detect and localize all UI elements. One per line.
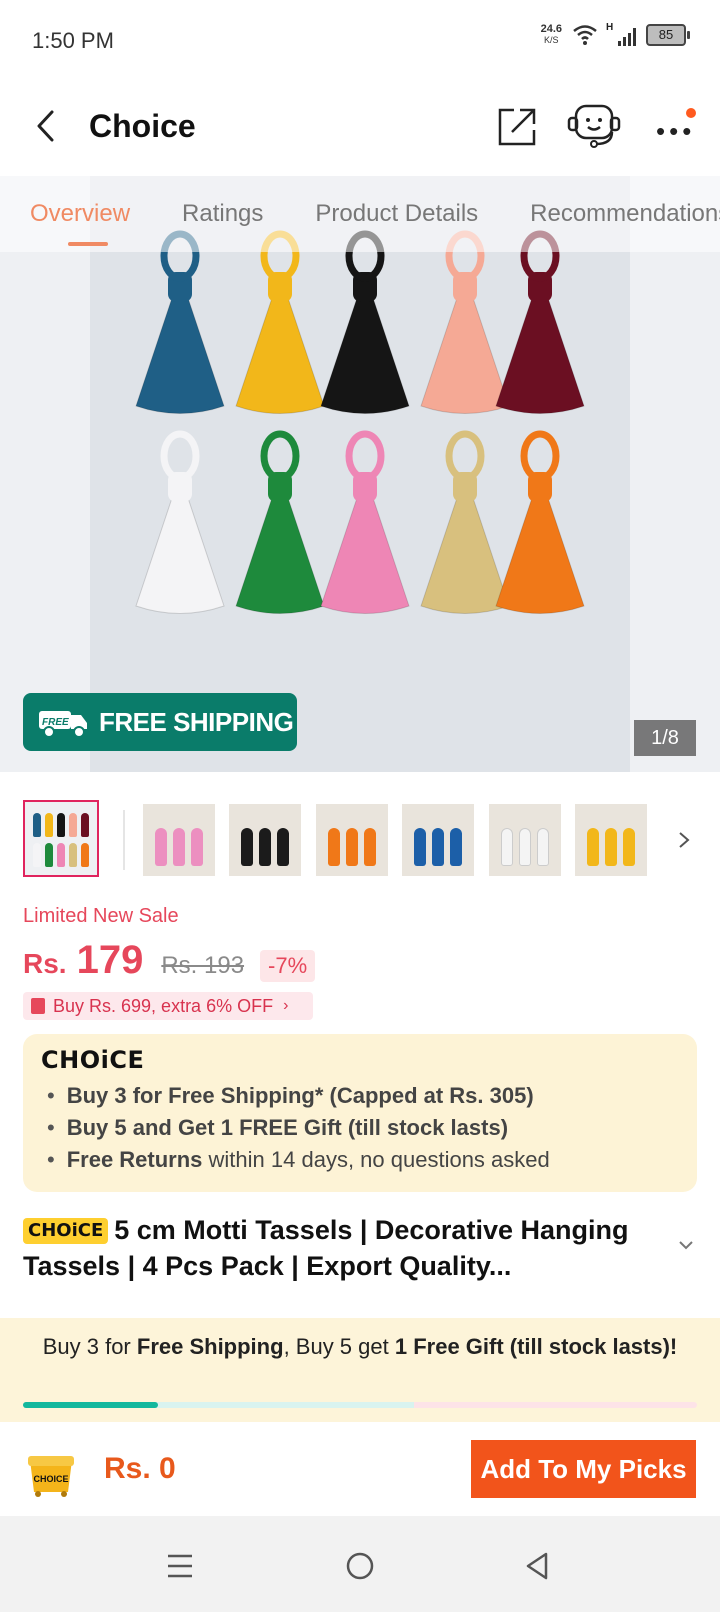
tassel: [135, 230, 225, 414]
thumbnail[interactable]: [229, 804, 301, 876]
bottom-action-bar: CHOICE Rs. 0 Add To My Picks: [0, 1422, 720, 1516]
home-icon[interactable]: [342, 1548, 378, 1584]
price-row: Rs. 179 Rs. 193 -7%: [23, 938, 316, 983]
current-price: 179: [76, 938, 144, 982]
sale-label: Limited New Sale: [23, 905, 179, 927]
tassel: [235, 430, 325, 614]
coupon-text: Buy Rs. 699, extra 6% OFF: [53, 995, 274, 1016]
net-speed: 24.6 K/S: [541, 24, 562, 46]
cart-label: CHOICE: [33, 1474, 68, 1484]
choice-benefits: CHOiCE Buy 3 for Free Shipping* (Capped …: [23, 1034, 697, 1192]
benefit-item: Buy 3 for Free Shipping* (Capped at Rs. …: [41, 1080, 679, 1112]
thumbnail-selected[interactable]: [23, 800, 99, 877]
tassel: [420, 430, 510, 614]
discount-badge: -7%: [260, 950, 316, 982]
net-speed-value: 24.6: [540, 23, 562, 35]
free-shipping-label: FREE SHIPPING: [99, 706, 294, 737]
choice-badge: CHOiCE: [23, 1218, 109, 1244]
chevron-down-icon[interactable]: [676, 1238, 696, 1252]
system-nav-bar: [0, 1516, 720, 1612]
free-badge-text: FREE: [42, 717, 69, 728]
truck-icon: FREE: [39, 711, 87, 738]
cart-total: Rs. 0: [104, 1452, 176, 1485]
promo-message: Buy 3 for Free Shipping, Buy 5 get 1 Fre…: [40, 1334, 680, 1360]
tassel: [495, 430, 585, 614]
add-to-picks-button[interactable]: Add To My Picks: [471, 1440, 696, 1498]
back-arrow-icon[interactable]: [28, 106, 68, 146]
recent-apps-icon[interactable]: [162, 1548, 198, 1584]
tassel: [320, 230, 410, 414]
benefit-bold: Buy 3 for Free Shipping* (Capped at Rs. …: [66, 1083, 534, 1108]
price-currency: Rs.: [23, 948, 67, 979]
top-header: Choice •••: [0, 80, 720, 176]
thumbnail-strip: [0, 800, 720, 880]
battery-icon: 85: [646, 24, 690, 46]
product-title-text: 5 cm Motti Tassels | Decorative Hanging …: [23, 1215, 629, 1281]
share-icon[interactable]: [496, 106, 538, 148]
promo-bold: Free Shipping: [136, 1334, 284, 1359]
benefit-bold: Buy 5 and Get 1 FREE Gift (till stock la…: [66, 1115, 509, 1140]
signal-type: H: [606, 22, 614, 33]
choice-logo: CHOiCE: [41, 1046, 145, 1074]
original-price: Rs. 193: [161, 952, 245, 979]
tab-overview[interactable]: Overview: [30, 200, 130, 246]
back-icon[interactable]: [520, 1548, 556, 1584]
status-time: 1:50 PM: [32, 28, 114, 53]
thumbnail[interactable]: [575, 804, 647, 876]
tab-product-details[interactable]: Product Details: [315, 200, 478, 228]
promo-banner: Buy 3 for Free Shipping, Buy 5 get 1 Fre…: [0, 1318, 720, 1422]
coupon-offer[interactable]: Buy Rs. 699, extra 6% OFF ›: [23, 992, 313, 1020]
status-bar: 1:50 PM 24.6 K/S H 85: [0, 0, 720, 80]
tab-recommendations[interactable]: Recommendations: [530, 200, 720, 228]
net-speed-unit: K/S: [544, 35, 559, 45]
benefit-bold: Free Returns: [66, 1147, 203, 1172]
tassel: [235, 230, 325, 414]
benefit-item: Free Returns within 14 days, no question…: [41, 1144, 679, 1176]
tassel: [135, 430, 225, 614]
benefit-list: Buy 3 for Free Shipping* (Capped at Rs. …: [41, 1080, 679, 1176]
benefit-item: Buy 5 and Get 1 FREE Gift (till stock la…: [41, 1112, 679, 1144]
tassel: [495, 230, 585, 414]
image-counter: 1/8: [634, 720, 696, 756]
section-tabs: Overview Ratings Product Details Recomme…: [0, 176, 720, 252]
product-gallery[interactable]: [0, 176, 720, 772]
customer-support-icon[interactable]: [566, 102, 622, 150]
promo-text: Buy 3 for: [42, 1334, 137, 1359]
promo-progress-bar: [23, 1402, 697, 1408]
promo-text: , Buy 5 get: [283, 1334, 395, 1359]
promo-progress-fill: [23, 1402, 158, 1408]
thumbnail[interactable]: [316, 804, 388, 876]
coupon-icon: [31, 998, 45, 1014]
chevron-right-icon[interactable]: [674, 828, 694, 852]
thumbnail[interactable]: [402, 804, 474, 876]
tassel: [420, 230, 510, 414]
thumbnail-divider: [123, 810, 125, 870]
battery-level: 85: [646, 24, 686, 46]
promo-bold: 1 Free Gift (till stock lasts)!: [394, 1334, 678, 1359]
tassel: [320, 430, 410, 614]
free-shipping-badge: FREE FREE SHIPPING: [23, 693, 297, 751]
product-title[interactable]: CHOiCE 5 cm Motti Tassels | Decorative Ha…: [23, 1212, 663, 1284]
cart-icon[interactable]: CHOICE: [24, 1448, 78, 1498]
thumbnail[interactable]: [143, 804, 215, 876]
tab-ratings[interactable]: Ratings: [182, 200, 263, 228]
more-options-icon[interactable]: •••: [650, 106, 700, 146]
page-title: Choice: [89, 108, 196, 144]
status-icons: 24.6 K/S H 85: [541, 22, 690, 46]
benefit-rest: within 14 days, no questions asked: [202, 1147, 550, 1172]
wifi-icon: [573, 25, 597, 45]
signal-icon: H: [606, 22, 636, 46]
chevron-right-icon: ›: [283, 997, 289, 1014]
product-main-image[interactable]: [90, 176, 630, 772]
thumbnail[interactable]: [489, 804, 561, 876]
